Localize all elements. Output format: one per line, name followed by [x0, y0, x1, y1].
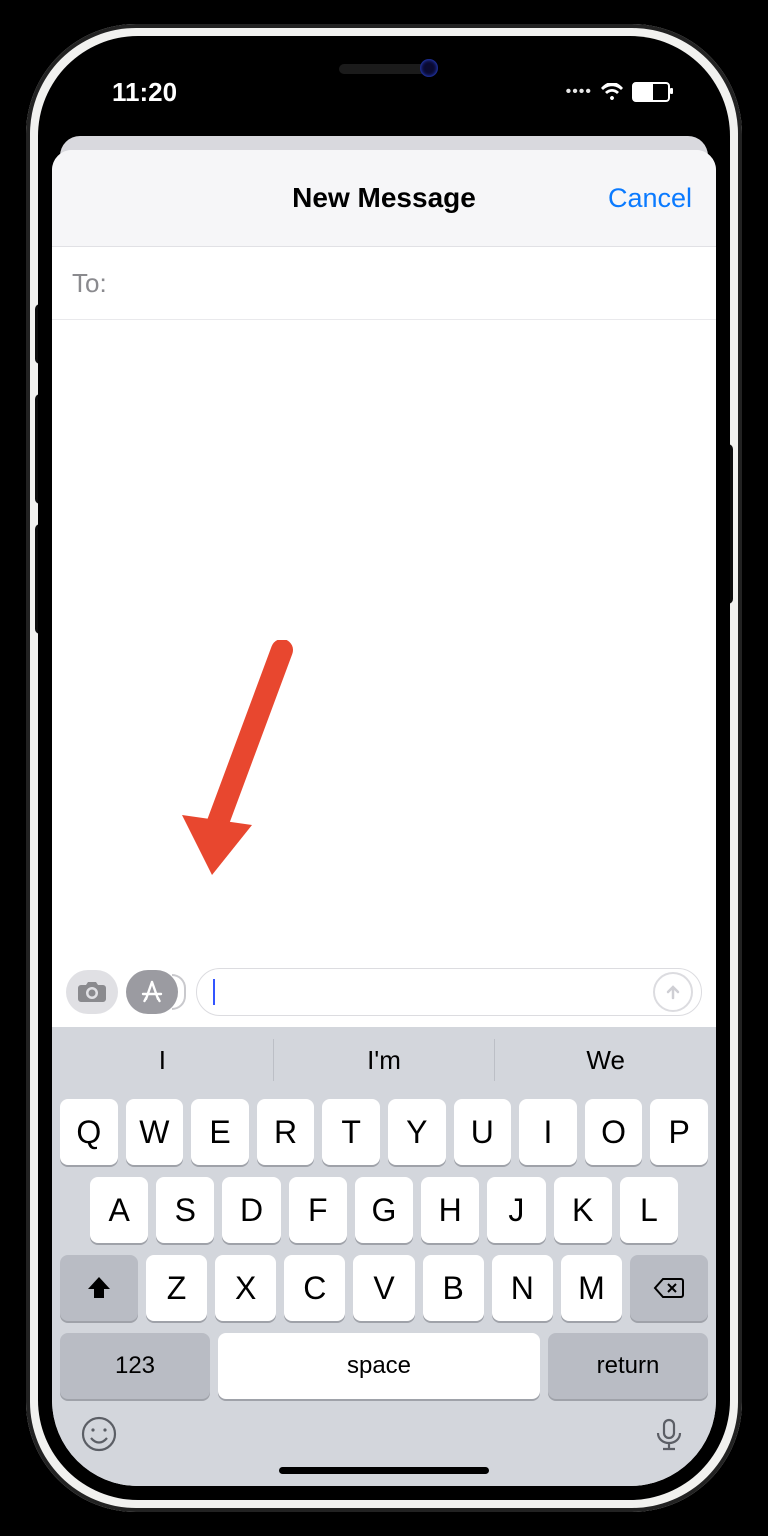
key-b[interactable]: B — [423, 1255, 484, 1321]
key-d[interactable]: D — [222, 1177, 280, 1243]
home-indicator[interactable] — [279, 1467, 489, 1474]
emoji-icon — [80, 1415, 118, 1453]
imessage-apps-button[interactable] — [126, 970, 178, 1014]
to-field[interactable]: To: — [52, 247, 716, 320]
key-c[interactable]: C — [284, 1255, 345, 1321]
status-time: 11:20 — [112, 77, 177, 108]
key-t[interactable]: T — [322, 1099, 380, 1165]
notch — [234, 50, 534, 94]
key-k[interactable]: K — [554, 1177, 612, 1243]
predictive-suggestion[interactable]: I'm — [274, 1027, 495, 1093]
key-s[interactable]: S — [156, 1177, 214, 1243]
wifi-icon — [600, 83, 624, 101]
page-title: New Message — [292, 182, 476, 214]
key-r[interactable]: R — [257, 1099, 315, 1165]
screen: 11:20 •••• New Message Cancel To: — [52, 50, 716, 1486]
predictive-suggestion[interactable]: I — [52, 1027, 273, 1093]
dictation-button[interactable] — [650, 1415, 688, 1458]
nav-bar: New Message Cancel — [52, 150, 716, 247]
emoji-button[interactable] — [80, 1415, 118, 1458]
predictive-bar: I I'm We — [52, 1027, 716, 1093]
cancel-button[interactable]: Cancel — [608, 183, 692, 214]
key-q[interactable]: Q — [60, 1099, 118, 1165]
send-button[interactable] — [653, 972, 693, 1012]
key-z[interactable]: Z — [146, 1255, 207, 1321]
key-return[interactable]: return — [548, 1333, 708, 1399]
key-x[interactable]: X — [215, 1255, 276, 1321]
key-space[interactable]: space — [218, 1333, 540, 1399]
battery-icon — [632, 82, 670, 102]
key-m[interactable]: M — [561, 1255, 622, 1321]
arrow-up-icon — [664, 983, 682, 1001]
predictive-suggestion[interactable]: We — [495, 1027, 716, 1093]
message-input[interactable] — [196, 968, 702, 1016]
app-store-icon — [139, 979, 165, 1005]
camera-button[interactable] — [66, 970, 118, 1014]
key-l[interactable]: L — [620, 1177, 678, 1243]
conversation-area — [52, 320, 716, 957]
key-n[interactable]: N — [492, 1255, 553, 1321]
key-h[interactable]: H — [421, 1177, 479, 1243]
new-message-sheet: New Message Cancel To: — [52, 150, 716, 1486]
key-a[interactable]: A — [90, 1177, 148, 1243]
to-label: To: — [72, 268, 107, 299]
text-cursor — [213, 979, 215, 1005]
shift-icon — [86, 1275, 112, 1301]
key-f[interactable]: F — [289, 1177, 347, 1243]
key-j[interactable]: J — [487, 1177, 545, 1243]
key-g[interactable]: G — [355, 1177, 413, 1243]
microphone-icon — [650, 1415, 688, 1453]
speaker-grille — [339, 64, 429, 74]
key-y[interactable]: Y — [388, 1099, 446, 1165]
backspace-icon — [653, 1276, 685, 1300]
annotation-arrow-icon — [182, 640, 302, 880]
keyboard: I I'm We Q W E R T Y — [52, 1027, 716, 1486]
key-p[interactable]: P — [650, 1099, 708, 1165]
key-backspace[interactable] — [630, 1255, 708, 1321]
compose-bar — [52, 957, 716, 1027]
key-w[interactable]: W — [126, 1099, 184, 1165]
phone-frame: 11:20 •••• New Message Cancel To: — [26, 24, 742, 1512]
key-v[interactable]: V — [353, 1255, 414, 1321]
key-e[interactable]: E — [191, 1099, 249, 1165]
key-i[interactable]: I — [519, 1099, 577, 1165]
camera-icon — [77, 980, 107, 1004]
cellular-icon: •••• — [566, 83, 592, 101]
key-o[interactable]: O — [585, 1099, 643, 1165]
key-numeric[interactable]: 123 — [60, 1333, 210, 1399]
front-camera — [420, 59, 438, 77]
key-shift[interactable] — [60, 1255, 138, 1321]
key-u[interactable]: U — [454, 1099, 512, 1165]
